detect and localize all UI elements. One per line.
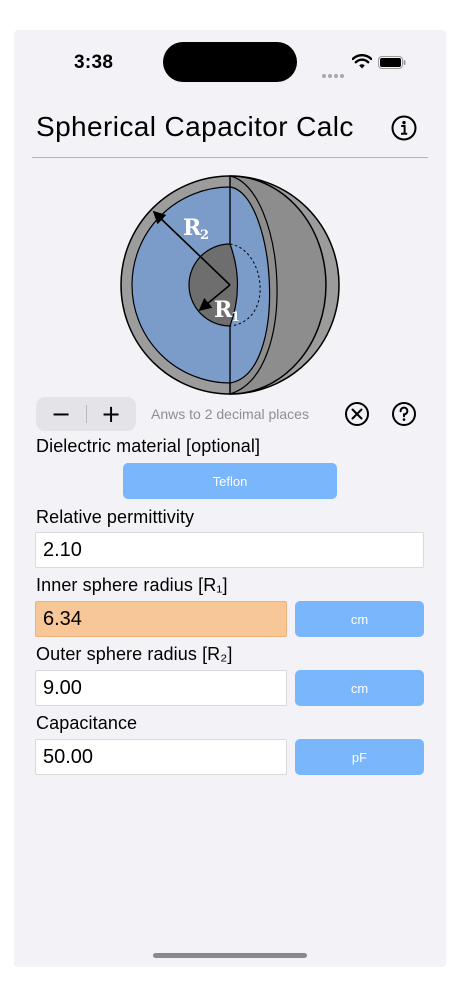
home-indicator[interactable]	[153, 953, 307, 958]
inner-radius-field[interactable]: 6.34	[35, 601, 287, 637]
permittivity-field[interactable]: 2.10	[35, 532, 424, 568]
capacitance-unit-button[interactable]: pF	[295, 739, 424, 775]
material-select-button[interactable]: Teflon	[123, 463, 337, 499]
inner-radius-subscript: 1	[231, 310, 240, 325]
cellular-signal-icon	[322, 65, 348, 78]
capacitance-field[interactable]: 50.00	[35, 739, 287, 775]
dielectric-label: Dielectric material [optional]	[36, 436, 261, 456]
permittivity-label: Relative permittivity	[36, 507, 195, 527]
increment-button[interactable]: +	[86, 397, 136, 431]
wifi-icon	[352, 54, 372, 69]
outer-radius-field-label: Outer sphere radius [R₂]	[36, 644, 233, 664]
inner-radius-field-label: Inner sphere radius [R₁]	[36, 575, 228, 595]
precision-stepper: − +	[36, 397, 136, 431]
status-time: 3:38	[74, 52, 114, 73]
header-divider	[32, 157, 428, 158]
precision-text: Anws to 2 decimal places	[151, 406, 309, 422]
app-screen: 3:38 Spherical Capacitor Calc R 2 R 1 − …	[14, 30, 446, 967]
help-icon[interactable]	[391, 401, 417, 427]
capacitance-label: Capacitance	[36, 713, 138, 733]
page-title: Spherical Capacitor Calc	[36, 111, 354, 142]
battery-icon	[378, 56, 406, 69]
capacitor-diagram: R 2 R 1	[120, 175, 340, 395]
outer-radius-field[interactable]: 9.00	[35, 670, 287, 706]
clear-icon[interactable]	[344, 401, 370, 427]
info-icon[interactable]	[390, 114, 418, 142]
outer-radius-subscript: 2	[200, 228, 209, 243]
inner-radius-unit-button[interactable]: cm	[295, 601, 424, 637]
outer-radius-unit-button[interactable]: cm	[295, 670, 424, 706]
decrement-button[interactable]: −	[36, 397, 86, 431]
dynamic-island	[163, 42, 297, 82]
